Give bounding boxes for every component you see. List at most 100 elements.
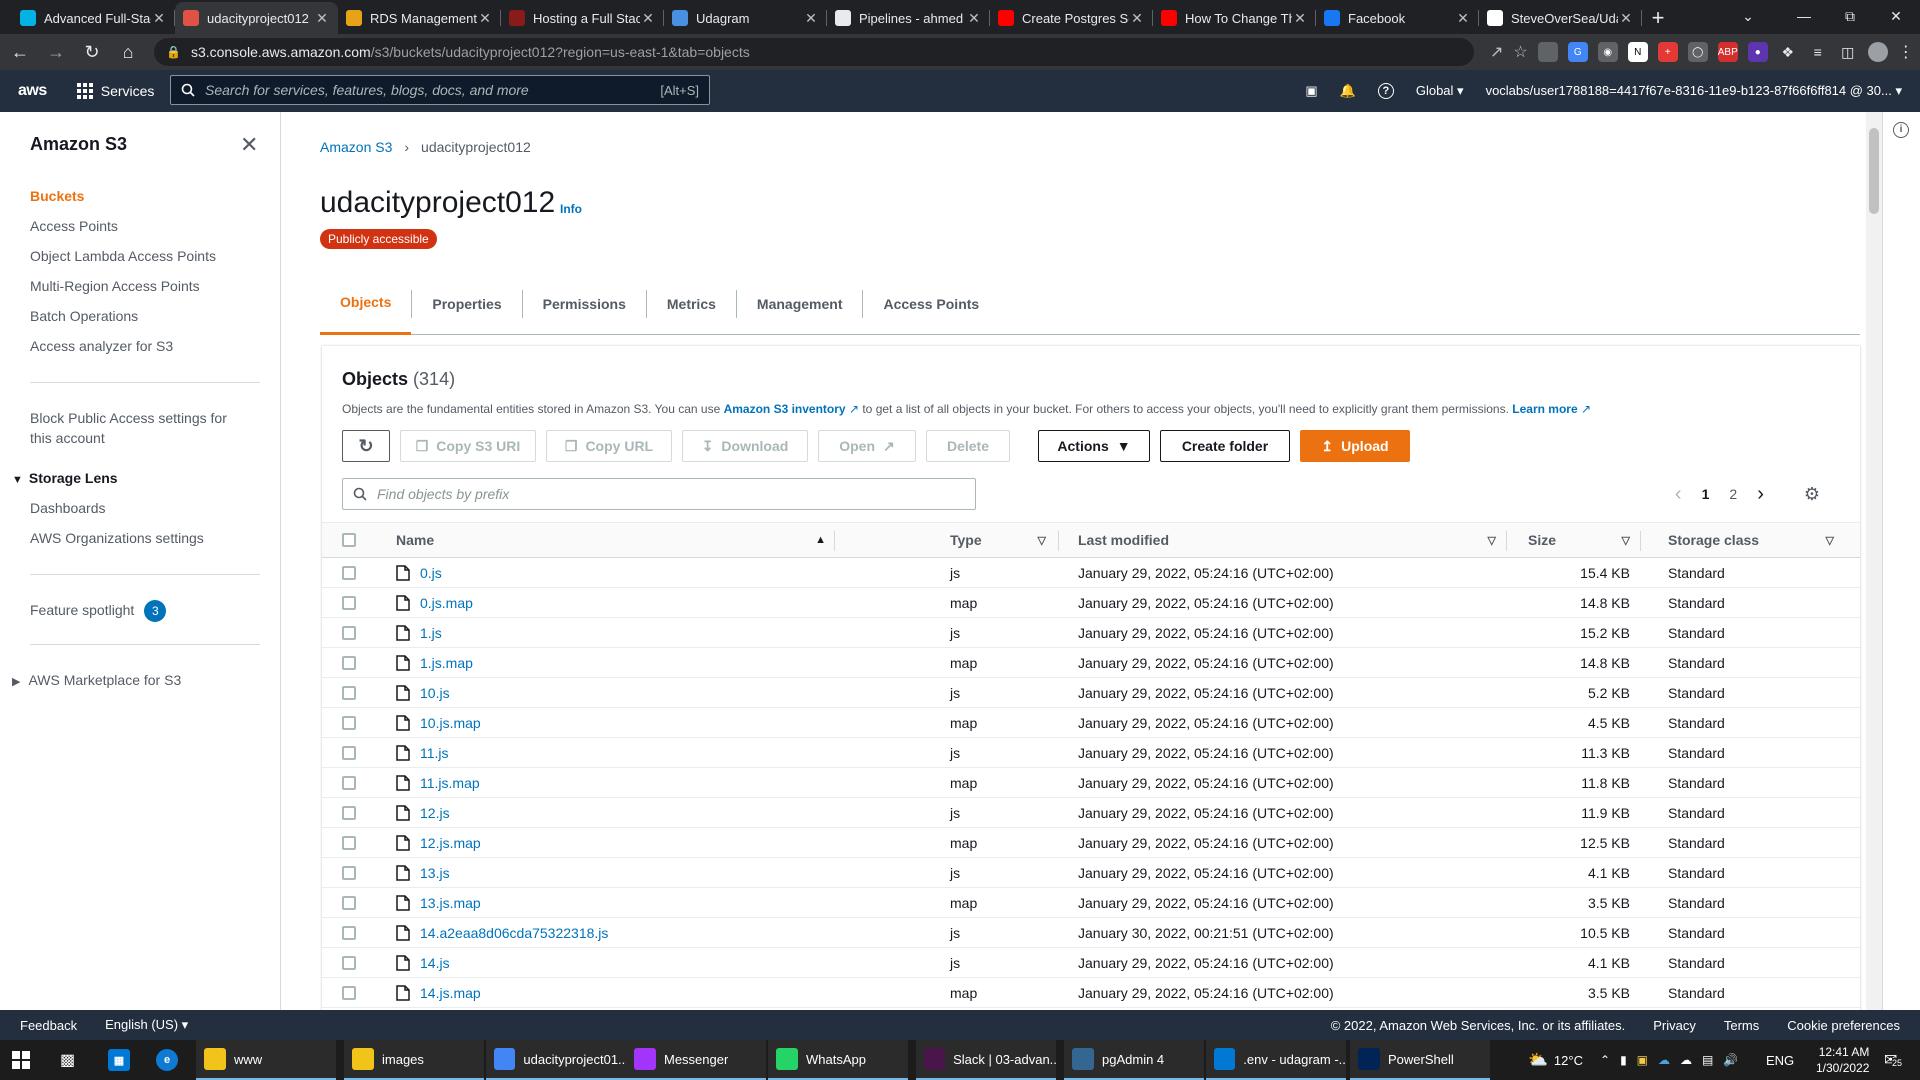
row-checkbox[interactable] (342, 978, 356, 1007)
object-name-link[interactable]: 1.js (420, 625, 442, 641)
row-checkbox[interactable] (342, 678, 356, 707)
tab-permissions[interactable]: Permissions (523, 272, 646, 335)
sidebar-item-dashboards[interactable]: Dashboards (30, 500, 106, 516)
object-name-link[interactable]: 13.js (420, 865, 450, 881)
object-name-link[interactable]: 14.a2eaa8d06cda75322318.js (420, 925, 608, 941)
find-objects-input[interactable]: Find objects by prefix (342, 478, 976, 510)
address-bar[interactable]: 🔒 s3.console.aws.amazon.com/s3/buckets/u… (154, 38, 1474, 66)
taskbar-app[interactable]: www (196, 1040, 336, 1080)
extension-icon[interactable] (1537, 42, 1558, 62)
object-name-link[interactable]: 14.js (420, 955, 450, 971)
create-folder-button[interactable]: Create folder (1160, 430, 1290, 462)
browser-tab[interactable]: SteveOverSea/Uda ✕ (1479, 2, 1642, 34)
chrome-menu-icon[interactable]: ⋮ (1898, 42, 1914, 62)
adblock-extension-icon[interactable]: ABP (1717, 42, 1738, 62)
column-storage-class[interactable]: Storage class ▽ (1668, 523, 1834, 557)
bookmark-star-icon[interactable]: ☆ (1513, 42, 1527, 62)
learn-more-link[interactable]: Learn more (1512, 402, 1577, 416)
upload-button[interactable]: ↥ Upload (1300, 430, 1410, 462)
browser-tab[interactable]: Udagram ✕ (664, 2, 827, 34)
close-window-icon[interactable]: ✕ (1873, 0, 1919, 32)
cloud-icon[interactable]: ☁ (1680, 1053, 1692, 1067)
info-circle-icon[interactable]: i (1893, 122, 1909, 138)
feedback-link[interactable]: Feedback (20, 1018, 77, 1033)
aws-search-input[interactable]: Search for services, features, blogs, do… (170, 75, 710, 105)
tab-properties[interactable]: Properties (412, 272, 521, 335)
tab-close-icon[interactable]: ✕ (151, 10, 167, 27)
sidebar-item-object-lambda[interactable]: Object Lambda Access Points (30, 248, 216, 264)
tab-metrics[interactable]: Metrics (647, 272, 736, 335)
taskbar-app[interactable]: Slack | 03-advan... (916, 1040, 1056, 1080)
object-name-link[interactable]: 0.js.map (420, 595, 473, 611)
taskbar-app[interactable]: Messenger (626, 1040, 766, 1080)
actions-dropdown[interactable]: Actions ▼ (1038, 430, 1150, 462)
onedrive-icon[interactable]: ☁ (1658, 1053, 1670, 1067)
new-tab-button[interactable]: + (1642, 2, 1674, 34)
translate-extension-icon[interactable]: G (1567, 42, 1588, 62)
tab-objects[interactable]: Objects (320, 272, 412, 335)
forward-button[interactable]: → (40, 36, 72, 68)
account-menu[interactable]: voclabs/user1788188=4417f67e-8316-11e9-b… (1486, 83, 1902, 99)
tab-close-icon[interactable]: ✕ (803, 10, 819, 27)
network-icon[interactable]: ▤ (1702, 1053, 1713, 1067)
home-button[interactable]: ⌂ (112, 36, 144, 68)
column-type[interactable]: Type ▽ (950, 523, 1046, 557)
weather-widget[interactable]: ⛅ 12°C (1528, 1040, 1583, 1080)
row-checkbox[interactable] (342, 798, 356, 827)
sidebar-item-marketplace[interactable]: ▶ AWS Marketplace for S3 (12, 672, 181, 688)
sidebar-item-access-analyzer[interactable]: Access analyzer for S3 (30, 338, 173, 354)
refresh-button[interactable]: ↻ (342, 430, 390, 462)
volume-icon[interactable]: 🔊 (1723, 1053, 1738, 1067)
object-name-link[interactable]: 0.js (420, 565, 442, 581)
red-extension-icon[interactable]: + (1657, 42, 1678, 62)
page-2[interactable]: 2 (1729, 486, 1737, 502)
purple-extension-icon[interactable]: ● (1747, 42, 1768, 62)
object-name-link[interactable]: 12.js.map (420, 835, 481, 851)
object-name-link[interactable]: 10.js (420, 685, 450, 701)
aws-logo[interactable]: aws (18, 82, 47, 100)
tab-close-icon[interactable]: ✕ (640, 10, 656, 27)
object-name-link[interactable]: 12.js (420, 805, 450, 821)
back-button[interactable]: ← (4, 36, 36, 68)
prev-page-icon[interactable]: ‹ (1675, 483, 1682, 506)
sidebar-item-buckets[interactable]: Buckets (30, 188, 84, 204)
next-page-icon[interactable]: › (1757, 483, 1764, 506)
browser-tab[interactable]: udacityproject012 ✕ (175, 2, 338, 34)
settings-gear-icon[interactable]: ⚙ (1804, 484, 1820, 505)
sidebar-item-block-public-access[interactable]: Block Public Access settings for this ac… (30, 408, 227, 448)
open-button[interactable]: Open ↗ (818, 430, 916, 462)
language-selector[interactable]: English (US) ▾ (105, 1017, 188, 1033)
object-name-link[interactable]: 1.js.map (420, 655, 473, 671)
copy-s3-uri-button[interactable]: ❐ Copy S3 URI (400, 430, 536, 462)
column-name[interactable]: Name ▲ (396, 523, 826, 557)
services-menu-button[interactable]: Services (76, 83, 154, 99)
start-button[interactable] (12, 1040, 30, 1080)
browser-tab[interactable]: Pipelines - ahmed ✕ (827, 2, 990, 34)
side-panel-icon[interactable]: ◫ (1838, 42, 1858, 62)
notifications-bell-icon[interactable]: 🔔 (1340, 83, 1356, 99)
copy-url-button[interactable]: ❐ Copy URL (546, 430, 672, 462)
sidebar-item-org-settings[interactable]: AWS Organizations settings (30, 530, 204, 546)
object-name-link[interactable]: 14.js.map (420, 985, 481, 1001)
taskbar-app[interactable]: PowerShell (1350, 1040, 1490, 1080)
browser-tab[interactable]: Hosting a Full Stac ✕ (501, 2, 664, 34)
row-checkbox[interactable] (342, 768, 356, 797)
taskbar-app[interactable]: udacityproject01... (486, 1040, 626, 1080)
cloudshell-icon[interactable]: ▣ (1305, 83, 1317, 99)
row-checkbox[interactable] (342, 738, 356, 767)
tray-chevron-icon[interactable]: ⌃ (1600, 1053, 1610, 1067)
region-selector[interactable]: Global ▾ (1416, 83, 1464, 99)
tab-search-icon[interactable]: ⌄ (1725, 0, 1771, 32)
reload-button[interactable]: ↻ (76, 36, 108, 68)
breadcrumb-amazon-s3[interactable]: Amazon S3 (320, 139, 392, 155)
object-name-link[interactable]: 11.js (420, 745, 449, 761)
tab-close-icon[interactable]: ✕ (477, 10, 493, 27)
row-checkbox[interactable] (342, 618, 356, 647)
browser-tab[interactable]: Advanced Full-Stac ✕ (12, 2, 175, 34)
tab-management[interactable]: Management (737, 272, 863, 335)
battery-icon[interactable]: ▮ (1620, 1053, 1627, 1067)
close-icon[interactable]: ✕ (240, 132, 258, 158)
inventory-link[interactable]: Amazon S3 inventory (724, 402, 846, 416)
notification-center[interactable]: ✉ 25 (1884, 1040, 1903, 1080)
taskbar-app[interactable]: WhatsApp (768, 1040, 908, 1080)
